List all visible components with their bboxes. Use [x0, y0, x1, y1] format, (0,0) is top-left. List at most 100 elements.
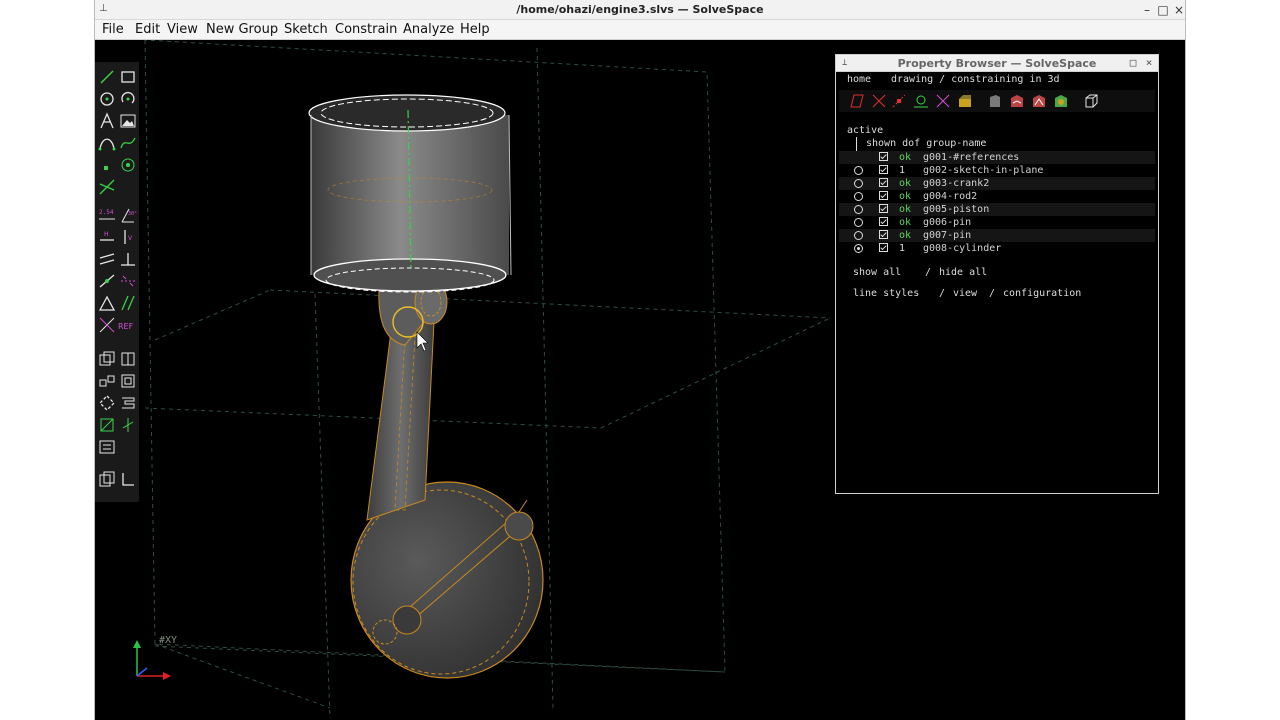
desktop-left: [0, 0, 94, 720]
show-outlines-icon[interactable]: [1031, 93, 1047, 109]
group-row[interactable]: ok g007-pin: [839, 229, 1155, 242]
group-active-radio[interactable]: [854, 166, 863, 175]
configuration-link[interactable]: configuration: [1003, 287, 1081, 300]
equal-length-icon[interactable]: [98, 294, 116, 312]
point-on-line-icon[interactable]: [98, 272, 116, 290]
close-button[interactable]: ×: [1171, 2, 1187, 18]
show-constraints-icon[interactable]: [935, 93, 951, 109]
group-active-radio[interactable]: [854, 179, 863, 188]
group-active-radio[interactable]: [854, 244, 863, 253]
extrude-icon[interactable]: [98, 394, 116, 412]
spline-icon[interactable]: [119, 134, 137, 152]
group-shown-checkbox[interactable]: [879, 217, 888, 226]
construction-point-icon[interactable]: [119, 156, 137, 174]
arc-icon[interactable]: [119, 90, 137, 108]
show-edges-icon[interactable]: [1053, 93, 1069, 109]
lathe-icon[interactable]: [119, 394, 137, 412]
nearest-ortho-icon[interactable]: [98, 316, 116, 334]
group-shown-checkbox[interactable]: [879, 165, 888, 174]
reference-icon[interactable]: REF: [117, 316, 139, 334]
nav-home-link[interactable]: home: [847, 73, 871, 87]
group-active-radio[interactable]: [854, 192, 863, 201]
menu-sketch[interactable]: Sketch: [284, 20, 328, 40]
group-name[interactable]: g002-sketch-in-plane: [923, 164, 1043, 177]
menu-file[interactable]: File: [102, 20, 124, 40]
image-icon[interactable]: [119, 112, 137, 130]
line-icon[interactable]: [98, 68, 116, 86]
show-points-icon[interactable]: [891, 93, 907, 109]
vertical-constraint-icon[interactable]: V: [119, 228, 137, 246]
show-construction-icon[interactable]: [913, 93, 929, 109]
svg-text:2.54: 2.54: [99, 209, 114, 216]
link-icon[interactable]: [98, 438, 116, 456]
show-all-link[interactable]: show all: [853, 266, 901, 279]
rectangle-icon[interactable]: [119, 68, 137, 86]
property-browser-maximize-button[interactable]: □: [1126, 56, 1140, 70]
helix-icon[interactable]: [98, 416, 116, 434]
show-faces-icon[interactable]: [957, 93, 973, 109]
group-row[interactable]: ok g001-#references: [839, 151, 1155, 164]
group-name[interactable]: g003-crank2: [923, 177, 989, 190]
perpendicular-constraint-icon[interactable]: [119, 250, 137, 268]
step-rotating-icon[interactable]: [119, 372, 137, 390]
circle-icon[interactable]: [98, 90, 116, 108]
other-angle-icon[interactable]: [119, 294, 137, 312]
group-name[interactable]: g001-#references: [923, 151, 1019, 164]
minimize-button[interactable]: –: [1139, 2, 1155, 18]
group-active-radio[interactable]: [854, 205, 863, 214]
menu-analyze[interactable]: Analyze: [403, 20, 454, 40]
line-styles-link[interactable]: line styles: [853, 287, 919, 300]
menu-help[interactable]: Help: [460, 20, 490, 40]
revolve-icon[interactable]: [119, 416, 137, 434]
horizontal-constraint-icon[interactable]: H: [98, 228, 116, 246]
distance-constraint-icon[interactable]: 2.54: [98, 206, 116, 224]
maximize-button[interactable]: □: [1155, 2, 1171, 18]
group-row[interactable]: ok g006-pin: [839, 216, 1155, 229]
menu-new-group[interactable]: New Group: [206, 20, 278, 40]
symmetric-icon[interactable]: [119, 272, 137, 290]
group-active-radio[interactable]: [854, 218, 863, 227]
free-in-3d-icon[interactable]: [119, 470, 137, 488]
text-icon[interactable]: [98, 112, 116, 130]
parallel-constraint-icon[interactable]: [98, 250, 116, 268]
group-row-active[interactable]: 1 g008-cylinder: [839, 242, 1155, 255]
separator: /: [939, 288, 946, 299]
hide-all-link[interactable]: hide all: [939, 266, 987, 279]
separator: /: [989, 288, 996, 299]
property-browser-close-button[interactable]: ×: [1142, 56, 1156, 70]
group-shown-checkbox[interactable]: [879, 178, 888, 187]
group-shown-checkbox[interactable]: [879, 243, 888, 252]
menu-edit[interactable]: Edit: [135, 20, 160, 40]
group-shown-checkbox[interactable]: [879, 204, 888, 213]
group-name[interactable]: g006-pin: [923, 216, 971, 229]
point-icon[interactable]: [98, 156, 116, 174]
menu-constrain[interactable]: Constrain: [335, 20, 397, 40]
group-name[interactable]: g007-pin: [923, 229, 971, 242]
show-hidden-lines-icon[interactable]: [1083, 93, 1099, 109]
group-row[interactable]: ok g003-crank2: [839, 177, 1155, 190]
show-normals-icon[interactable]: [871, 93, 887, 109]
bezier-icon[interactable]: [98, 134, 116, 152]
group-row[interactable]: ok g004-rod2: [839, 190, 1155, 203]
show-mesh-icon[interactable]: [1009, 93, 1025, 109]
split-curves-icon[interactable]: [98, 178, 116, 196]
sketch-in-3d-icon[interactable]: [98, 350, 116, 368]
group-row[interactable]: 1 g002-sketch-in-plane: [839, 164, 1155, 177]
view-link[interactable]: view: [953, 287, 977, 300]
group-name[interactable]: g008-cylinder: [923, 242, 1001, 255]
group-name[interactable]: g005-piston: [923, 203, 989, 216]
group-shown-checkbox[interactable]: [879, 230, 888, 239]
group-dof: ok: [899, 230, 912, 241]
angle-constraint-icon[interactable]: 30°: [119, 206, 137, 224]
group-row[interactable]: ok g005-piston: [839, 203, 1155, 216]
group-shown-checkbox[interactable]: [879, 152, 888, 161]
show-shaded-icon[interactable]: [987, 93, 1003, 109]
group-active-radio[interactable]: [854, 231, 863, 240]
menu-view[interactable]: View: [167, 20, 198, 40]
group-name[interactable]: g004-rod2: [923, 190, 977, 203]
sketch-in-plane-icon[interactable]: [119, 350, 137, 368]
group-shown-checkbox[interactable]: [879, 191, 888, 200]
in-workplane-icon[interactable]: [98, 470, 116, 488]
show-workplanes-icon[interactable]: [849, 93, 865, 109]
step-translating-icon[interactable]: [98, 372, 116, 390]
